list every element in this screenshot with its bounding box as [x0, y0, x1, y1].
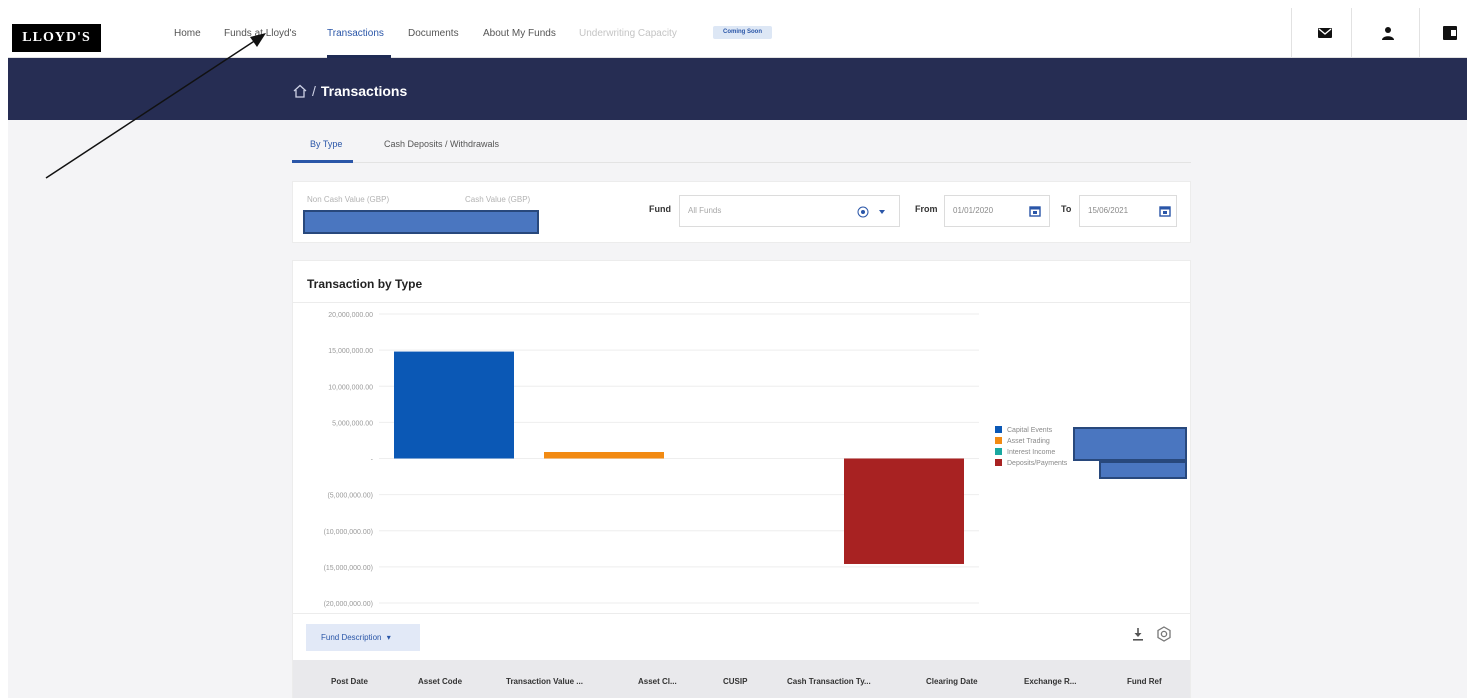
column-header[interactable]: Cash Transaction Ty... [787, 677, 871, 686]
legend-swatch [995, 448, 1002, 455]
column-header[interactable]: Fund Ref [1127, 677, 1162, 686]
calendar-icon[interactable] [1029, 205, 1041, 217]
cash-value-label: Cash Value (GBP) [465, 195, 531, 204]
fund-label: Fund [649, 204, 671, 214]
nav-home[interactable]: Home [174, 28, 201, 39]
column-header[interactable]: Transaction Value ... [506, 677, 583, 686]
nav-documents[interactable]: Documents [408, 28, 459, 39]
redacted-legend-value [1099, 461, 1187, 479]
top-navigation: LLOYD'S Home Funds at Lloyd's Transactio… [8, 8, 1467, 58]
legend-label: Interest Income [1007, 449, 1055, 456]
column-header[interactable]: Exchange R... [1024, 677, 1076, 686]
column-header[interactable]: CUSIP [723, 677, 747, 686]
column-header[interactable]: Asset Code [418, 677, 462, 686]
redacted-legend-value [1073, 427, 1187, 461]
chart-bar [544, 451, 664, 459]
calendar-icon[interactable] [1159, 205, 1171, 217]
legend-swatch [995, 459, 1002, 466]
table-header: Post Date Asset Code Transaction Value .… [293, 660, 1190, 698]
fund-placeholder: All Funds [688, 206, 722, 215]
nav-about-my-funds[interactable]: About My Funds [483, 28, 556, 39]
y-tick-label: (15,000,000.00) [324, 565, 373, 572]
breadcrumb: / Transactions [292, 82, 407, 100]
legend-swatch [995, 437, 1002, 444]
transaction-chart: 20,000,000.00 15,000,000.00 10,000,000.00 5… [324, 312, 1068, 608]
from-date-input[interactable]: 01/01/2020 [944, 195, 1050, 227]
chart-bar [394, 351, 514, 459]
nav-divider [1351, 8, 1352, 58]
fund-description-group-button[interactable]: Fund Description ▾ [306, 624, 420, 651]
nav-funds-at-lloyds[interactable]: Funds at Lloyd's [224, 28, 297, 39]
to-label: To [1061, 204, 1072, 214]
chart-card: Transaction by Type 20,000,000.00 15,000,… [292, 260, 1191, 698]
to-date-value: 15/06/2021 [1088, 206, 1129, 215]
page-header: / Transactions [8, 58, 1467, 120]
nav-transactions[interactable]: Transactions [327, 28, 384, 39]
column-header[interactable]: Clearing Date [926, 677, 978, 686]
transaction-tabs: By Type Cash Deposits / Withdrawals [292, 128, 1191, 163]
clear-icon[interactable] [857, 206, 869, 218]
non-cash-value-label: Non Cash Value (GBP) [307, 195, 390, 204]
redacted-values [303, 210, 539, 234]
y-tick-label: - [371, 457, 374, 464]
legend-label: Asset Trading [1007, 438, 1050, 445]
app-window: LLOYD'S Home Funds at Lloyd's Transactio… [0, 0, 1467, 698]
fund-select[interactable]: All Funds [679, 195, 900, 227]
coming-soon-badge: Coming Soon [713, 26, 772, 39]
legend-swatch [995, 426, 1002, 433]
y-tick-label: (20,000,000.00) [324, 601, 373, 608]
mail-icon[interactable] [1317, 25, 1333, 41]
to-date-input[interactable]: 15/06/2021 [1079, 195, 1177, 227]
filter-card: Non Cash Value (GBP) Cash Value (GBP) Fu… [292, 181, 1191, 243]
legend-label: Deposits/Payments [1007, 460, 1068, 467]
y-tick-label: 5,000,000.00 [332, 420, 373, 427]
column-header[interactable]: Asset Cl... [638, 677, 677, 686]
card-divider [293, 613, 1190, 614]
fund-description-label: Fund Description [321, 633, 382, 642]
legend-label: Capital Events [1007, 427, 1053, 434]
user-icon[interactable] [1380, 25, 1396, 41]
tab-by-type[interactable]: By Type [310, 139, 342, 149]
chart-bar [844, 458, 964, 564]
logout-icon[interactable] [1442, 25, 1458, 41]
y-tick-label: (5,000,000.00) [327, 493, 373, 500]
home-icon[interactable] [292, 83, 308, 99]
y-tick-label: 10,000,000.00 [328, 384, 373, 391]
y-tick-label: 20,000,000.00 [328, 312, 373, 319]
nav-divider [1291, 8, 1292, 58]
download-icon[interactable] [1130, 626, 1146, 642]
lloyds-logo[interactable]: LLOYD'S [12, 24, 101, 52]
from-label: From [915, 204, 938, 214]
from-date-value: 01/01/2020 [953, 206, 994, 215]
active-tab-indicator [292, 160, 353, 163]
nav-underwriting-capacity: Underwriting Capacity [579, 28, 677, 39]
settings-icon[interactable] [1156, 626, 1172, 642]
column-header[interactable]: Post Date [331, 677, 368, 686]
chevron-down-icon: ▾ [386, 633, 391, 642]
y-tick-label: (10,000,000.00) [324, 529, 373, 536]
nav-divider [1419, 8, 1420, 58]
y-tick-label: 15,000,000.00 [328, 348, 373, 355]
chevron-down-icon[interactable] [878, 209, 886, 215]
breadcrumb-separator: / [312, 83, 316, 99]
page-title: Transactions [320, 83, 408, 99]
tab-cash-deposits-withdrawals[interactable]: Cash Deposits / Withdrawals [384, 139, 499, 149]
